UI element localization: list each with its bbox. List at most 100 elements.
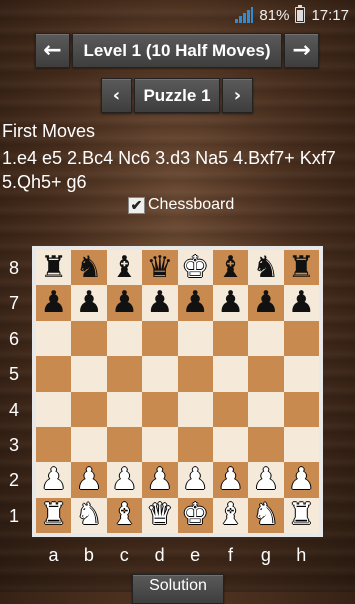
square-a4[interactable]	[36, 391, 72, 427]
square-b4[interactable]	[71, 391, 107, 427]
previous-level-button[interactable]: ←	[35, 33, 70, 68]
square-b6[interactable]	[71, 320, 107, 357]
square-h1[interactable]: ♜	[283, 497, 319, 533]
square-f1[interactable]: ♝	[212, 497, 249, 533]
square-b5[interactable]	[71, 356, 107, 392]
square-a5[interactable]	[36, 356, 72, 392]
white-rook-icon[interactable]: ♜	[288, 500, 315, 530]
square-c5[interactable]	[106, 356, 143, 392]
square-c7[interactable]: ♟	[106, 285, 143, 321]
black-pawn-icon[interactable]: ♟	[76, 288, 103, 318]
square-d3[interactable]	[142, 426, 178, 463]
square-f2[interactable]: ♟	[212, 462, 249, 498]
white-pawn-icon[interactable]: ♟	[252, 464, 279, 495]
black-rook-icon[interactable]: ♜	[40, 252, 67, 283]
square-g1[interactable]: ♞	[248, 497, 284, 533]
white-pawn-icon[interactable]: ♟	[182, 464, 209, 495]
previous-puzzle-button[interactable]: ‹	[101, 78, 132, 113]
white-queen-icon[interactable]: ♛	[146, 500, 173, 530]
square-d5[interactable]	[142, 356, 178, 392]
white-rook-icon[interactable]: ♜	[40, 500, 67, 530]
square-h8[interactable]: ♜	[283, 250, 319, 286]
square-a7[interactable]: ♟	[36, 285, 72, 321]
white-pawn-icon[interactable]: ♟	[111, 464, 138, 495]
square-h3[interactable]	[283, 426, 319, 463]
square-g8[interactable]: ♞	[248, 250, 284, 286]
square-a1[interactable]: ♜	[36, 497, 72, 533]
square-h2[interactable]: ♟	[283, 462, 319, 498]
square-f4[interactable]	[212, 391, 249, 427]
square-e5[interactable]	[177, 356, 213, 392]
white-bishop-icon[interactable]: ♝	[217, 500, 244, 530]
square-h5[interactable]	[283, 356, 319, 392]
white-king-icon[interactable]: ♚	[182, 252, 209, 283]
solution-button[interactable]: Solution	[132, 574, 224, 604]
white-pawn-icon[interactable]: ♟	[146, 464, 173, 495]
square-a2[interactable]: ♟	[36, 462, 72, 498]
checkbox-checked-icon[interactable]: ✔	[128, 196, 145, 214]
black-pawn-icon[interactable]: ♟	[40, 288, 67, 318]
white-knight-icon[interactable]: ♞	[76, 500, 103, 530]
black-knight-icon[interactable]: ♞	[252, 252, 279, 283]
black-pawn-icon[interactable]: ♟	[111, 288, 138, 318]
square-e6[interactable]	[177, 320, 213, 357]
white-pawn-icon[interactable]: ♟	[40, 464, 67, 495]
square-e8[interactable]: ♚	[177, 250, 213, 286]
square-f3[interactable]	[212, 426, 249, 463]
square-c4[interactable]	[106, 391, 143, 427]
square-f5[interactable]	[212, 356, 249, 392]
square-g4[interactable]	[248, 391, 284, 427]
square-d7[interactable]: ♟	[142, 285, 178, 321]
black-bishop-icon[interactable]: ♝	[217, 252, 244, 283]
square-b8[interactable]: ♞	[71, 250, 107, 286]
square-c3[interactable]	[106, 426, 143, 463]
square-a3[interactable]	[36, 426, 72, 463]
chessboard-toggle[interactable]: ✔ Chessboard	[128, 196, 234, 214]
square-g3[interactable]	[248, 426, 284, 463]
square-d6[interactable]	[142, 320, 178, 357]
square-f8[interactable]: ♝	[212, 250, 249, 286]
chessboard[interactable]: ♜ ♞ ♝ ♛ ♚ ♝ ♞ ♜ ♟ ♟ ♟ ♟ ♟ ♟ ♟ ♟ ♟ ♟ ♟ ♟ ♟ ♟ ♟ ♟ ♜ ♞ ♝ ♛ ♚ ♝ ♞ ♜	[36, 250, 319, 533]
black-pawn-icon[interactable]: ♟	[288, 288, 315, 318]
square-e1[interactable]: ♚	[177, 497, 213, 533]
square-g5[interactable]	[248, 356, 284, 392]
square-b7[interactable]: ♟	[71, 285, 107, 321]
black-pawn-icon[interactable]: ♟	[146, 288, 173, 318]
puzzle-button[interactable]: Puzzle 1	[134, 78, 220, 113]
square-e7[interactable]: ♟	[177, 285, 213, 321]
square-h4[interactable]	[283, 391, 319, 427]
black-pawn-icon[interactable]: ♟	[252, 288, 279, 318]
square-d4[interactable]	[142, 391, 178, 427]
white-pawn-icon[interactable]: ♟	[217, 464, 244, 495]
white-king-icon[interactable]: ♚	[182, 500, 209, 530]
next-puzzle-button[interactable]: ›	[222, 78, 253, 113]
square-d2[interactable]: ♟	[142, 462, 178, 498]
square-f7[interactable]: ♟	[212, 285, 249, 321]
square-h7[interactable]: ♟	[283, 285, 319, 321]
square-g6[interactable]	[248, 320, 284, 357]
level-button[interactable]: Level 1 (10 Half Moves)	[72, 33, 282, 68]
square-b1[interactable]: ♞	[71, 497, 107, 533]
square-g2[interactable]: ♟	[248, 462, 284, 498]
square-h6[interactable]	[283, 320, 319, 357]
next-level-button[interactable]: →	[284, 33, 319, 68]
square-c8[interactable]: ♝	[106, 250, 143, 286]
square-d1[interactable]: ♛	[142, 497, 178, 533]
black-bishop-icon[interactable]: ♝	[111, 252, 138, 283]
black-queen-icon[interactable]: ♛	[146, 252, 173, 283]
square-e2[interactable]: ♟	[177, 462, 213, 498]
square-c2[interactable]: ♟	[106, 462, 143, 498]
square-c1[interactable]: ♝	[106, 497, 143, 533]
square-g7[interactable]: ♟	[248, 285, 284, 321]
square-e3[interactable]	[177, 426, 213, 463]
square-c6[interactable]	[106, 320, 143, 357]
white-knight-icon[interactable]: ♞	[252, 500, 279, 530]
black-pawn-icon[interactable]: ♟	[182, 288, 209, 318]
white-pawn-icon[interactable]: ♟	[288, 464, 315, 495]
black-knight-icon[interactable]: ♞	[76, 252, 103, 283]
square-f6[interactable]	[212, 320, 249, 357]
white-pawn-icon[interactable]: ♟	[76, 464, 103, 495]
white-bishop-icon[interactable]: ♝	[111, 500, 138, 530]
square-d8[interactable]: ♛	[142, 250, 178, 286]
square-a8[interactable]: ♜	[36, 250, 72, 286]
